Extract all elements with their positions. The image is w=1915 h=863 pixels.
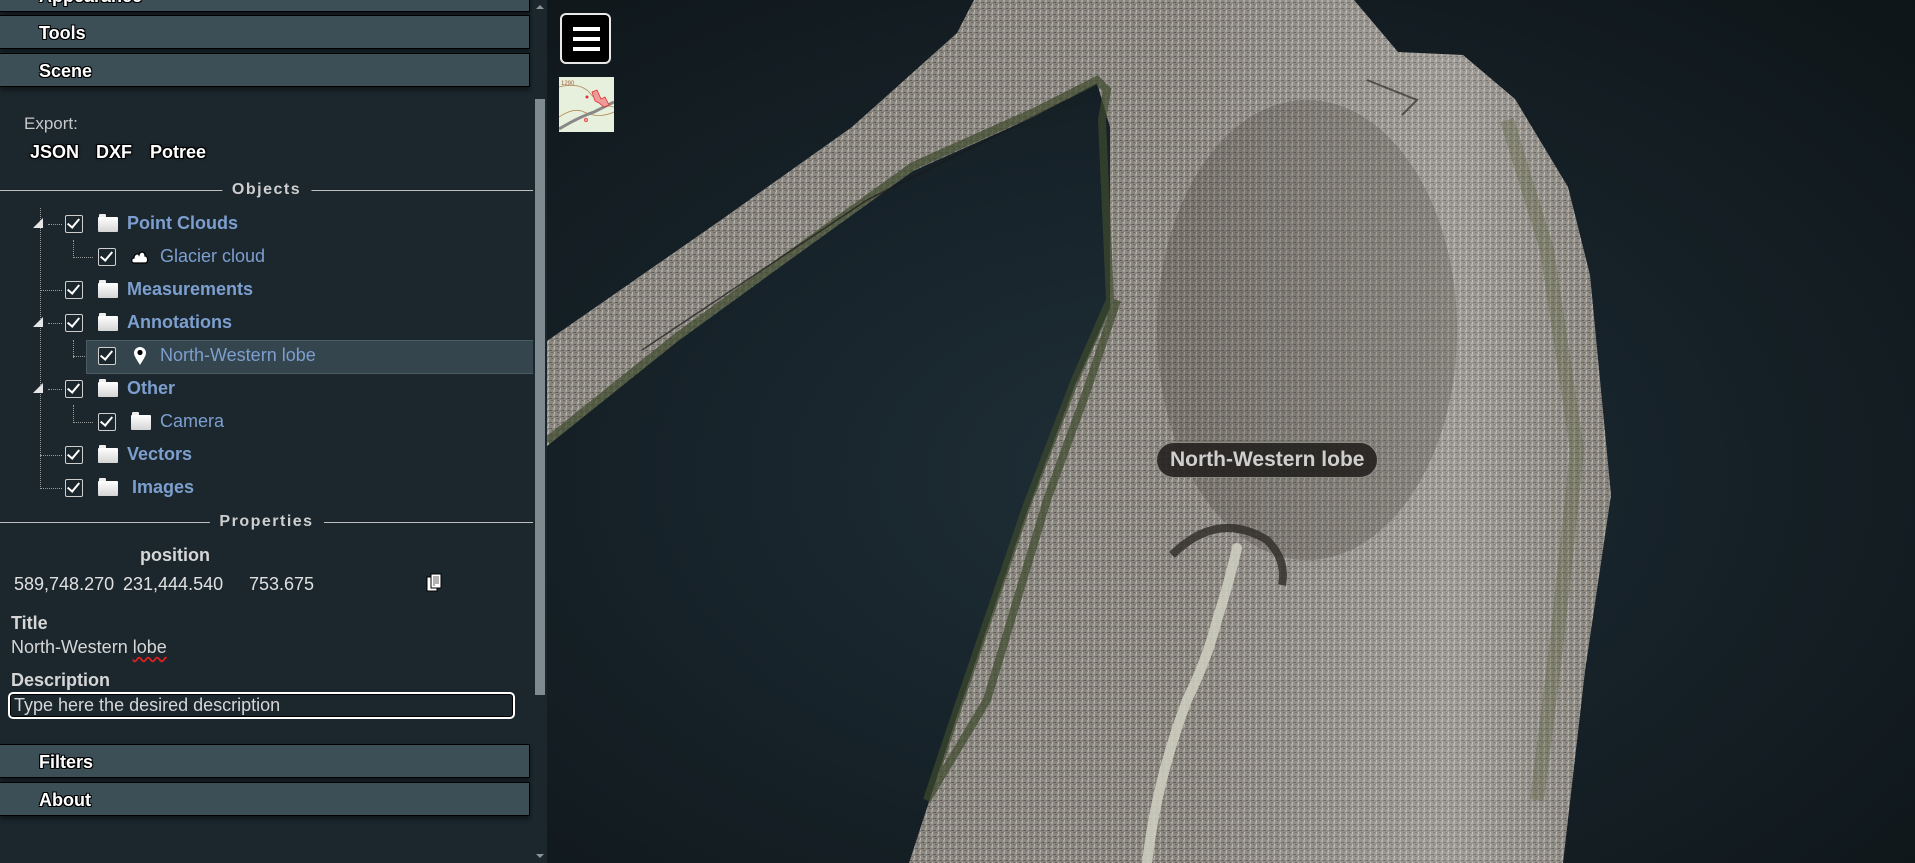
tree-connector: [73, 405, 74, 423]
tree-item-other[interactable]: Other: [127, 378, 175, 399]
position-x: 589,748.270: [14, 574, 115, 594]
export-label: Export:: [24, 114, 78, 133]
title-text-misspelled: lobe: [132, 637, 167, 657]
position-y: 231,444.540: [123, 574, 224, 594]
copy-icon[interactable]: [426, 573, 442, 593]
point-cloud-render: [547, 0, 1611, 863]
export-json-button[interactable]: JSON: [30, 142, 79, 163]
checkbox-measurements[interactable]: [65, 281, 83, 299]
description-label: Description: [11, 670, 111, 690]
tree-item-vectors[interactable]: Vectors: [127, 444, 192, 465]
folder-icon: [98, 478, 118, 496]
tree-connector: [48, 389, 62, 390]
expand-toggle-icon[interactable]: [33, 218, 43, 228]
map-pin-icon: [134, 347, 146, 365]
hamburger-menu-icon: [572, 36, 601, 42]
tree-connector: [73, 422, 93, 423]
tree-item-images[interactable]: Images: [132, 477, 194, 498]
accordion-filters[interactable]: Filters: [0, 744, 530, 778]
hamburger-menu-icon: [572, 26, 601, 32]
expand-toggle-icon[interactable]: [33, 383, 43, 393]
folder-icon: [98, 445, 118, 463]
title-value[interactable]: North-Western lobe: [11, 637, 167, 658]
objects-divider: Objects: [0, 180, 533, 200]
cloud-icon: [131, 251, 149, 264]
scrollbar-thumb[interactable]: [535, 99, 545, 695]
folder-icon: [98, 214, 118, 232]
glacier-inner-shade: [1157, 100, 1457, 560]
point-cloud-viewer[interactable]: 1290 North-Western lobe: [547, 0, 1915, 863]
accordion-appearance[interactable]: Appearance: [0, 0, 530, 12]
tree-item-north-western-lobe[interactable]: North-Western lobe: [160, 345, 316, 366]
tree-connector: [40, 208, 41, 489]
description-input[interactable]: [8, 692, 515, 719]
svg-text:1290: 1290: [561, 81, 575, 87]
title-label: Title: [11, 613, 48, 633]
position-label: position: [140, 545, 210, 565]
objects-heading: Objects: [221, 180, 312, 200]
hamburger-menu-icon: [572, 46, 601, 52]
properties-heading: Properties: [209, 512, 324, 532]
tree-connector: [48, 323, 62, 324]
checkbox-annotations[interactable]: [65, 314, 83, 332]
minimap-render: 1290: [559, 77, 614, 132]
properties-divider: Properties: [0, 512, 533, 532]
scroll-up-arrow-icon[interactable]: [536, 5, 544, 9]
glacier-highlight: [547, 0, 1611, 863]
folder-icon: [98, 379, 118, 397]
sidebar-scrollbar[interactable]: [533, 0, 547, 863]
tree-connector: [40, 290, 62, 291]
minimap[interactable]: 1290: [559, 77, 614, 132]
tree-item-camera[interactable]: Camera: [160, 411, 224, 432]
checkbox-images[interactable]: [65, 479, 83, 497]
checkbox-vectors[interactable]: [65, 446, 83, 464]
accordion-about[interactable]: About: [0, 782, 530, 816]
folder-icon: [131, 412, 151, 430]
tree-item-measurements[interactable]: Measurements: [127, 279, 253, 300]
tree-item-point-clouds[interactable]: Point Clouds: [127, 213, 238, 234]
tree-connector: [73, 257, 93, 258]
tree-connector: [73, 240, 74, 258]
menu-button[interactable]: [560, 13, 611, 64]
scroll-down-arrow-icon[interactable]: [536, 854, 544, 858]
accordion-tools[interactable]: Tools: [0, 15, 530, 49]
position-z: 753.675: [249, 574, 315, 594]
export-dxf-button[interactable]: DXF: [96, 142, 132, 163]
checkbox-point-clouds[interactable]: [65, 215, 83, 233]
checkbox-glacier-cloud[interactable]: [98, 248, 116, 266]
checkbox-north-western-lobe[interactable]: [98, 347, 116, 365]
sidebar-panel: Appearance Tools Scene Export: JSON DXF …: [0, 0, 533, 863]
tree-item-annotations[interactable]: Annotations: [127, 312, 232, 333]
tree-item-glacier-cloud[interactable]: Glacier cloud: [160, 246, 265, 267]
tree-connector: [40, 455, 62, 456]
accordion-scene[interactable]: Scene: [0, 53, 530, 87]
tree-connector: [48, 224, 62, 225]
export-potree-button[interactable]: Potree: [150, 142, 206, 163]
checkbox-camera[interactable]: [98, 413, 116, 431]
checkbox-other[interactable]: [65, 380, 83, 398]
annotation-label[interactable]: North-Western lobe: [1156, 442, 1379, 478]
expand-toggle-icon[interactable]: [33, 317, 43, 327]
folder-icon: [98, 313, 118, 331]
title-text-part: North-Western: [11, 637, 133, 657]
folder-icon: [98, 280, 118, 298]
tree-connector: [40, 488, 62, 489]
